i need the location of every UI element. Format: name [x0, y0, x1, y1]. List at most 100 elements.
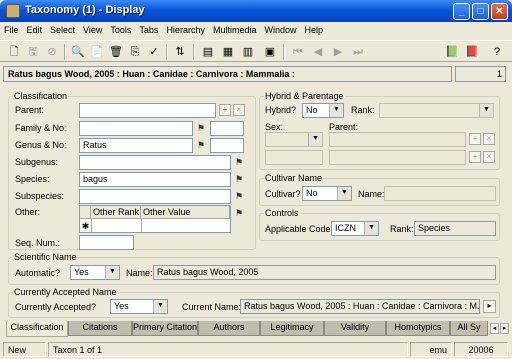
- remove-parentage-icon[interactable]: ×: [483, 133, 495, 145]
- seq-num-input[interactable]: [79, 235, 134, 250]
- family-number-input[interactable]: [210, 121, 244, 136]
- tab-primary-citation[interactable]: Primary Citation: [132, 321, 198, 336]
- parentage-input-2[interactable]: [329, 150, 466, 165]
- add-parent-icon[interactable]: +: [219, 104, 231, 116]
- family-lookup-icon[interactable]: [195, 121, 207, 135]
- genus-lookup-icon[interactable]: [195, 138, 207, 152]
- list-view-icon[interactable]: ▦: [220, 44, 236, 60]
- genus-number-input[interactable]: [210, 138, 244, 153]
- currently-accepted-value: Yes: [114, 301, 129, 311]
- sort-icon[interactable]: ⇅: [172, 44, 188, 60]
- chevron-down-icon[interactable]: ▼: [105, 266, 119, 279]
- tab-validity[interactable]: Validity: [324, 321, 386, 336]
- chevron-down-icon[interactable]: ▼: [479, 104, 493, 117]
- window-title: Taxonomy (1) - Display: [25, 4, 145, 16]
- add-parentage-icon[interactable]: +: [469, 151, 481, 163]
- tab-scroll-left-icon[interactable]: ◂: [490, 323, 499, 334]
- automatic-value: Yes: [74, 267, 89, 277]
- parent-input[interactable]: [79, 103, 216, 118]
- family-label: Family & No:: [15, 123, 67, 133]
- page-view-icon[interactable]: ▥: [240, 44, 256, 60]
- automatic-select[interactable]: Yes ▼: [70, 265, 120, 280]
- next-record-icon[interactable]: ▶: [330, 44, 346, 60]
- subspecies-lookup-icon[interactable]: [233, 189, 245, 203]
- menu-hierarchy[interactable]: Hierarchy: [162, 22, 209, 35]
- other-value-column-header[interactable]: Other Value: [141, 206, 230, 219]
- tab-legitimacy[interactable]: Legitimacy: [260, 321, 324, 336]
- go-to-record-icon[interactable]: ▸: [483, 300, 496, 313]
- new-icon[interactable]: 🗋: [6, 44, 22, 60]
- cultivar-name-input[interactable]: [384, 186, 496, 201]
- toolbar-separator: [166, 44, 168, 60]
- previous-record-icon[interactable]: ◀: [310, 44, 326, 60]
- tab-authors[interactable]: Authors: [198, 321, 260, 336]
- species-lookup-icon[interactable]: [233, 172, 245, 186]
- hybrid-rank-select[interactable]: ▼: [379, 103, 494, 118]
- toolbar-separator: [193, 44, 195, 60]
- search-icon[interactable]: 🔍: [70, 44, 86, 60]
- spellcheck-icon[interactable]: ✓: [146, 44, 162, 60]
- currently-accepted-select[interactable]: Yes ▼: [110, 299, 168, 314]
- close-button[interactable]: ✕: [491, 3, 508, 20]
- species-label: Species:: [15, 174, 50, 184]
- copy-icon[interactable]: ⎘: [127, 44, 143, 60]
- subspecies-input[interactable]: [79, 189, 231, 204]
- menu-tools[interactable]: Tools: [106, 22, 135, 35]
- menu-select[interactable]: Select: [46, 22, 79, 35]
- tab-homotypics[interactable]: Homotypics: [386, 321, 450, 336]
- subgenus-label: Subgenus:: [15, 157, 59, 167]
- new-record-icon[interactable]: 📄: [89, 44, 105, 60]
- sex-select-2[interactable]: [265, 150, 323, 165]
- controls-legend: Controls: [264, 208, 300, 218]
- maximize-button[interactable]: □: [472, 3, 489, 20]
- add-parentage-icon[interactable]: +: [469, 133, 481, 145]
- other-rank-column-header[interactable]: Other Rank: [91, 206, 141, 219]
- save-icon[interactable]: 🖫: [25, 44, 41, 60]
- chevron-down-icon[interactable]: ▼: [153, 300, 167, 313]
- tab-citations[interactable]: Citations: [68, 321, 132, 336]
- subgenus-lookup-icon[interactable]: [233, 155, 245, 169]
- other-label: Other:: [15, 207, 41, 217]
- delete-icon[interactable]: 🗑: [108, 44, 124, 60]
- species-input[interactable]: bagus: [79, 172, 231, 187]
- chevron-down-icon[interactable]: ▼: [308, 133, 322, 146]
- title-bar: Taxonomy (1) - Display _ □ ✕: [0, 0, 512, 22]
- tab-all-synonyms[interactable]: All Sy: [450, 321, 488, 336]
- subgenus-input[interactable]: [79, 155, 231, 170]
- family-input[interactable]: [79, 121, 193, 136]
- record-number: 1: [455, 66, 506, 82]
- remove-parentage-icon[interactable]: ×: [483, 151, 495, 163]
- menu-view[interactable]: View: [79, 22, 106, 35]
- hybrid-select[interactable]: No ▼: [302, 103, 344, 118]
- cultivar-select[interactable]: No ▼: [302, 186, 352, 201]
- applicable-code-select[interactable]: ICZN ▼: [331, 221, 379, 236]
- details-view-icon[interactable]: ▤: [200, 44, 216, 60]
- other-lookup-icon[interactable]: [233, 206, 245, 220]
- first-record-icon[interactable]: ⏮: [290, 44, 306, 60]
- parentage-input-1[interactable]: [329, 132, 466, 147]
- subspecies-label: Subspecies:: [15, 191, 65, 201]
- chevron-down-icon[interactable]: ▼: [337, 187, 351, 200]
- remove-parent-icon[interactable]: ×: [233, 104, 245, 116]
- cancel-icon[interactable]: ⊘: [44, 44, 60, 60]
- sex-select-1[interactable]: ▼: [265, 132, 323, 147]
- genus-input[interactable]: Ratus: [79, 138, 193, 153]
- menu-multimedia[interactable]: Multimedia: [209, 22, 261, 35]
- menu-tabs[interactable]: Tabs: [135, 22, 162, 35]
- other-ranks-grid[interactable]: Other Rank Other Value ✱: [79, 205, 231, 233]
- last-record-icon[interactable]: ⏭: [350, 44, 366, 60]
- tab-scroll-right-icon[interactable]: ▸: [500, 323, 509, 334]
- menu-help[interactable]: Help: [300, 22, 327, 35]
- menu-file[interactable]: File: [0, 22, 23, 35]
- chevron-down-icon[interactable]: ▼: [329, 104, 343, 117]
- help-icon[interactable]: ?: [489, 44, 505, 60]
- display-view-icon[interactable]: ▣: [262, 44, 278, 60]
- minimize-button[interactable]: _: [453, 3, 470, 20]
- detach-icon[interactable]: 📕: [464, 44, 480, 60]
- menu-window[interactable]: Window: [260, 22, 300, 35]
- attach-icon[interactable]: 📗: [444, 44, 460, 60]
- menu-edit[interactable]: Edit: [23, 22, 47, 35]
- tab-classification[interactable]: Classification: [6, 321, 68, 337]
- chevron-down-icon[interactable]: ▼: [364, 222, 378, 235]
- tab-bar: Classification Citations Primary Citatio…: [0, 321, 512, 337]
